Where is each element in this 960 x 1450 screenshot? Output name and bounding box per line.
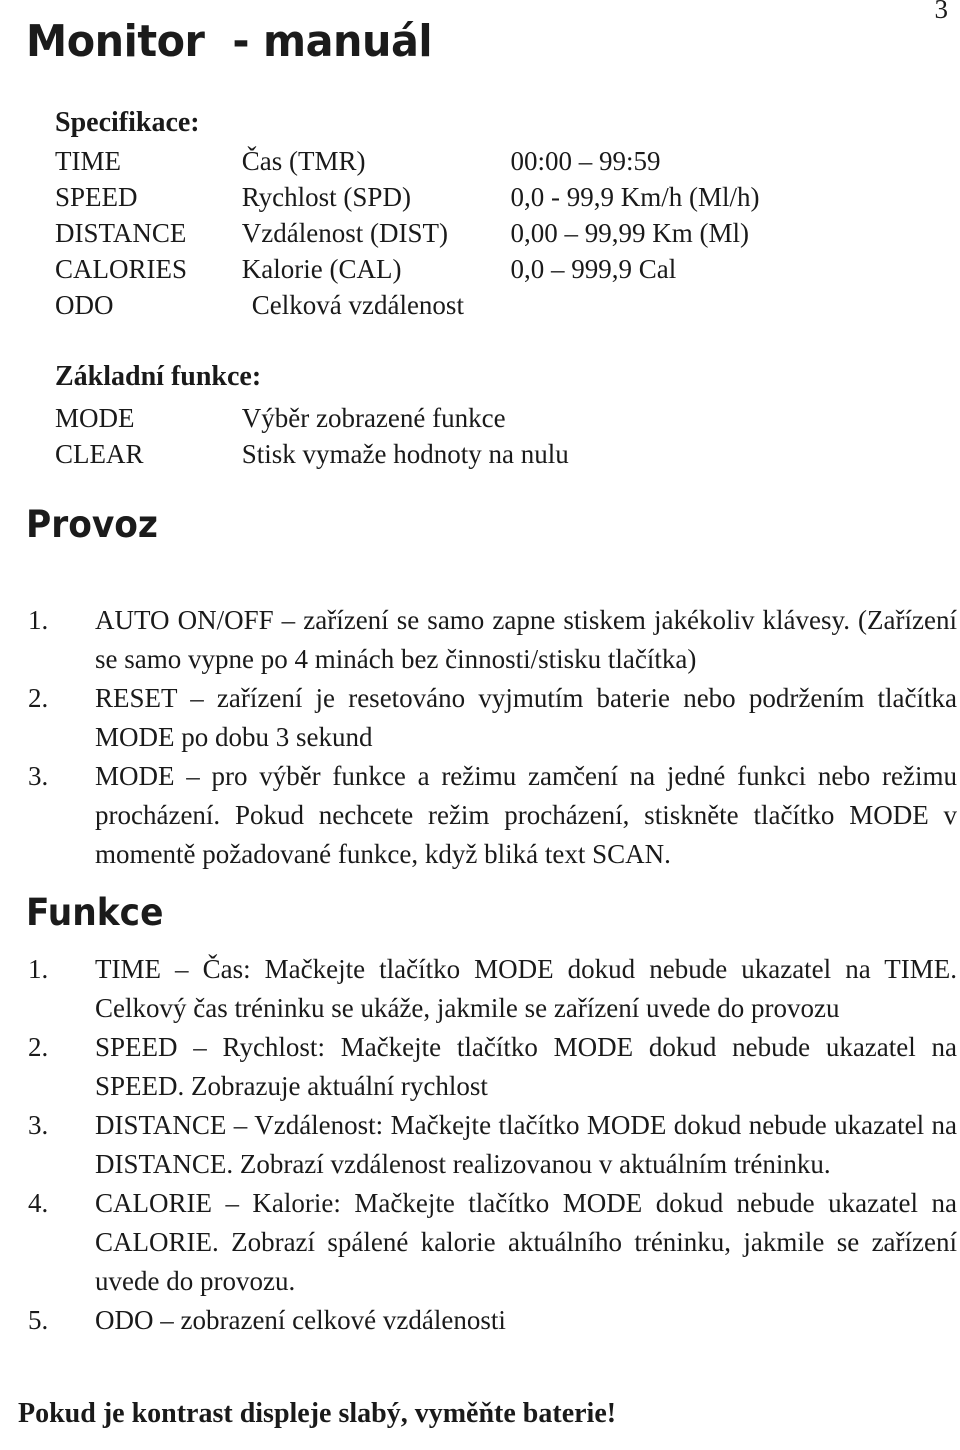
list-item: 4. CALORIE – Kalorie: Mačkejte tlačítko …	[0, 1184, 960, 1301]
list-item: 3. DISTANCE – Vzdálenost: Mačkejte tlačí…	[0, 1106, 960, 1184]
spec-key: TIME	[55, 146, 121, 176]
basic-functions-table: MODE Výběr zobrazené funkce CLEAR Stisk …	[55, 400, 569, 472]
basic-functions-heading: Základní funkce:	[55, 361, 262, 392]
functions-list: 1. TIME – Čas: Mačkejte tlačítko MODE do…	[0, 950, 960, 1340]
list-marker: 1.	[28, 954, 49, 984]
list-text: TIME – Čas: Mačkejte tlačítko MODE dokud…	[95, 954, 957, 1023]
table-row: ODO Celková vzdálenost	[55, 287, 760, 323]
list-marker: 3.	[28, 761, 49, 791]
spec-key: CALORIES	[55, 254, 188, 284]
spec-range: 0,0 – 999,9 Cal	[510, 254, 677, 284]
spec-range: 0,0 - 99,9 Km/h (Ml/h)	[510, 182, 760, 212]
list-text: MODE – pro výběr funkce a režimu zamčení…	[95, 761, 957, 869]
table-row: CLEAR Stisk vymaže hodnoty na nulu	[55, 436, 569, 472]
functions-heading: Funkce	[26, 891, 164, 934]
spec-key: DISTANCE	[55, 218, 187, 248]
list-text: ODO – zobrazení celkové vzdálenosti	[95, 1305, 506, 1335]
spec-range: 00:00 – 99:59	[510, 146, 661, 176]
document-page: 3 Monitor - manuál Specifikace: TIME Čas…	[0, 0, 960, 1450]
spec-key: ODO	[55, 290, 114, 320]
list-text: CALORIE – Kalorie: Mačkejte tlačítko MOD…	[95, 1188, 957, 1296]
list-item: 2. SPEED – Rychlost: Mačkejte tlačítko M…	[0, 1028, 960, 1106]
spec-name: Čas (TMR)	[241, 146, 366, 176]
basic-key: CLEAR	[55, 439, 144, 469]
spec-name: Kalorie (CAL)	[241, 254, 402, 284]
basic-key: MODE	[55, 403, 135, 433]
list-text: AUTO ON/OFF – zařízení se samo zapne sti…	[95, 605, 957, 674]
table-row: MODE Výběr zobrazené funkce	[55, 400, 569, 436]
list-item: 3. MODE – pro výběr funkce a režimu zamč…	[0, 757, 960, 874]
spec-name: Vzdálenost (DIST)	[241, 218, 448, 248]
list-text: DISTANCE – Vzdálenost: Mačkejte tlačítko…	[95, 1110, 957, 1179]
list-marker: 1.	[28, 605, 49, 635]
list-marker: 4.	[28, 1188, 49, 1218]
basic-name: Stisk vymaže hodnoty na nulu	[241, 439, 569, 469]
table-row: TIME Čas (TMR) 00:00 – 99:59	[55, 143, 760, 179]
list-item: 2. RESET – zařízení je resetováno vyjmut…	[0, 679, 960, 757]
operation-heading: Provoz	[26, 503, 158, 546]
operation-list: 1. AUTO ON/OFF – zařízení se samo zapne …	[0, 601, 960, 874]
table-row: DISTANCE Vzdálenost (DIST) 0,00 – 99,99 …	[55, 215, 760, 251]
list-text: SPEED – Rychlost: Mačkejte tlačítko MODE…	[95, 1032, 957, 1101]
spec-key: SPEED	[55, 182, 138, 212]
spec-name: Rychlost (SPD)	[241, 182, 411, 212]
list-marker: 2.	[28, 1032, 49, 1062]
list-marker: 3.	[28, 1110, 49, 1140]
page-title: Monitor - manuál	[26, 16, 433, 67]
spec-name: Celková vzdálenost	[251, 290, 464, 320]
specifications-table: TIME Čas (TMR) 00:00 – 99:59 SPEED Rychl…	[55, 143, 760, 323]
list-item: 1. AUTO ON/OFF – zařízení se samo zapne …	[0, 601, 960, 679]
list-item: 5. ODO – zobrazení celkové vzdálenosti	[0, 1301, 960, 1340]
specifications-heading: Specifikace:	[55, 107, 200, 138]
footer-note: Pokud je kontrast displeje slabý, vyměňt…	[18, 1398, 617, 1429]
list-text: RESET – zařízení je resetováno vyjmutím …	[95, 683, 957, 752]
page-number: 3	[934, 0, 949, 24]
list-marker: 2.	[28, 683, 49, 713]
table-row: CALORIES Kalorie (CAL) 0,0 – 999,9 Cal	[55, 251, 760, 287]
spec-range: 0,00 – 99,99 Km (Ml)	[510, 218, 750, 248]
basic-name: Výběr zobrazené funkce	[241, 403, 506, 433]
list-item: 1. TIME – Čas: Mačkejte tlačítko MODE do…	[0, 950, 960, 1028]
table-row: SPEED Rychlost (SPD) 0,0 - 99,9 Km/h (Ml…	[55, 179, 760, 215]
list-marker: 5.	[28, 1305, 49, 1335]
